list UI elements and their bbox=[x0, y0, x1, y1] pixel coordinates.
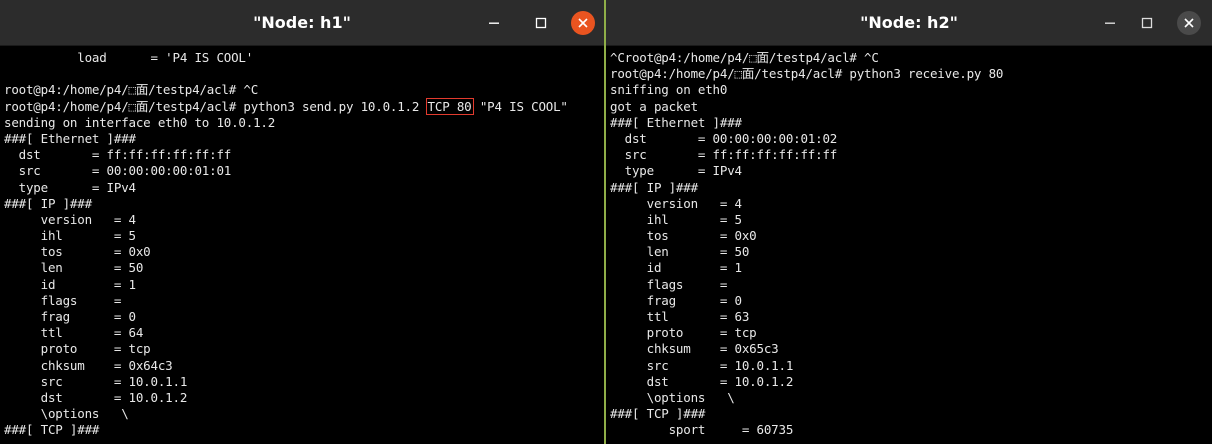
terminal-line: load = 'P4 IS COOL' bbox=[4, 50, 254, 65]
terminal-line: proto = tcp bbox=[610, 325, 757, 341]
maximize-button[interactable] bbox=[1135, 11, 1159, 35]
terminal-window-h1[interactable]: "Node: h1" load = 'P4 IS COOL' root@p4:/h… bbox=[0, 0, 604, 444]
terminal-line: ###[ Ethernet ]### bbox=[4, 130, 136, 146]
terminal-output-h2[interactable]: ^Croot@p4:/home/p4/⬚面/testp4/acl# ^C root… bbox=[606, 46, 1212, 444]
terminal-line: flags = bbox=[610, 276, 728, 292]
maximize-button[interactable] bbox=[529, 11, 553, 35]
terminal-line: id = 1 bbox=[4, 276, 136, 292]
terminal-line: version = 4 bbox=[4, 211, 136, 227]
maximize-icon bbox=[535, 17, 547, 29]
terminal-line: chksum = 0x65c3 bbox=[610, 341, 779, 357]
terminal-line: ihl = 5 bbox=[610, 211, 742, 227]
terminal-line: chksum = 0x64c3 bbox=[4, 357, 173, 373]
terminal-line: ###[ TCP ]### bbox=[4, 422, 100, 438]
terminal-line: type = IPv4 bbox=[4, 179, 136, 195]
terminal-line: ^Croot@p4:/home/p4/⬚面/testp4/acl# ^C bbox=[610, 50, 879, 65]
terminal-line: dst = 10.0.1.2 bbox=[4, 389, 188, 405]
terminal-line: dst = ff:ff:ff:ff:ff:ff bbox=[4, 147, 232, 163]
minimize-icon bbox=[1105, 22, 1115, 24]
terminal-line: flags = bbox=[4, 292, 122, 308]
terminal-line: len = 50 bbox=[610, 244, 750, 260]
terminal-line: src = ff:ff:ff:ff:ff:ff bbox=[610, 147, 838, 163]
terminal-line: proto = tcp bbox=[4, 341, 151, 357]
terminal-line: frag = 0 bbox=[610, 292, 742, 308]
titlebar-h2[interactable]: "Node: h2" bbox=[606, 0, 1212, 46]
terminal-line: ###[ IP ]### bbox=[4, 195, 92, 211]
terminal-line: ###[ Ethernet ]### bbox=[610, 114, 742, 130]
terminal-line: id = 1 bbox=[610, 260, 742, 276]
terminal-line: got a packet bbox=[610, 98, 698, 114]
terminal-window-h2[interactable]: "Node: h2" ^Croot@p4:/home/p4/⬚面/testp4/… bbox=[606, 0, 1212, 444]
terminal-line: src = 00:00:00:00:01:01 bbox=[4, 163, 232, 179]
terminal-line: tos = 0x0 bbox=[610, 228, 757, 244]
terminal-line: ihl = 5 bbox=[4, 228, 136, 244]
close-icon bbox=[1184, 18, 1194, 28]
terminal-line: frag = 0 bbox=[4, 309, 136, 324]
terminal-line: \options \ bbox=[4, 406, 129, 422]
terminal-line: ttl = 64 bbox=[4, 325, 144, 341]
terminal-line: dst = 10.0.1.2 bbox=[610, 373, 794, 389]
terminal-line: sport = 60735 bbox=[610, 422, 794, 438]
terminal-line: len = 50 bbox=[4, 260, 144, 276]
terminal-line: type = IPv4 bbox=[610, 163, 742, 179]
terminal-line: root@p4:/home/p4/⬚面/testp4/acl# ^C bbox=[4, 82, 259, 98]
terminal-line: ttl = 63 bbox=[610, 309, 750, 324]
command-text: "P4 IS COOL" bbox=[472, 98, 568, 114]
terminal-line: ###[ IP ]### bbox=[610, 179, 698, 195]
terminal-line: sending on interface eth0 to 10.0.1.2 bbox=[4, 114, 276, 130]
terminal-line: dst = 00:00:00:00:01:02 bbox=[610, 130, 838, 146]
terminal-line: tos = 0x0 bbox=[4, 244, 151, 260]
close-button[interactable] bbox=[571, 11, 595, 35]
maximize-icon bbox=[1141, 17, 1153, 29]
command-text: root@p4:/home/p4/⬚面/testp4/acl# python3 … bbox=[4, 98, 427, 114]
minimize-button[interactable] bbox=[482, 11, 506, 35]
terminal-line: root@p4:/home/p4/⬚面/testp4/acl# python3 … bbox=[610, 66, 1004, 82]
highlighted-command-args: TCP 80 bbox=[425, 97, 474, 115]
terminal-line: src = 10.0.1.1 bbox=[610, 357, 794, 373]
close-icon bbox=[578, 18, 588, 28]
terminal-line: sniffing on eth0 bbox=[610, 82, 728, 98]
close-button[interactable] bbox=[1177, 11, 1201, 35]
terminal-line: version = 4 bbox=[610, 195, 742, 211]
minimize-icon bbox=[489, 22, 499, 24]
terminal-line: \options \ bbox=[610, 389, 735, 405]
titlebar-h1[interactable]: "Node: h1" bbox=[0, 0, 604, 46]
terminal-line: src = 10.0.1.1 bbox=[4, 373, 188, 389]
window-title-h1: "Node: h1" bbox=[253, 13, 351, 32]
minimize-button[interactable] bbox=[1098, 11, 1122, 35]
terminal-line: ###[ TCP ]### bbox=[610, 406, 706, 422]
terminal-output-h1[interactable]: load = 'P4 IS COOL' root@p4:/home/p4/⬚面/t… bbox=[0, 46, 604, 444]
terminal-line: root@p4:/home/p4/⬚面/testp4/acl# python3 … bbox=[4, 97, 604, 115]
